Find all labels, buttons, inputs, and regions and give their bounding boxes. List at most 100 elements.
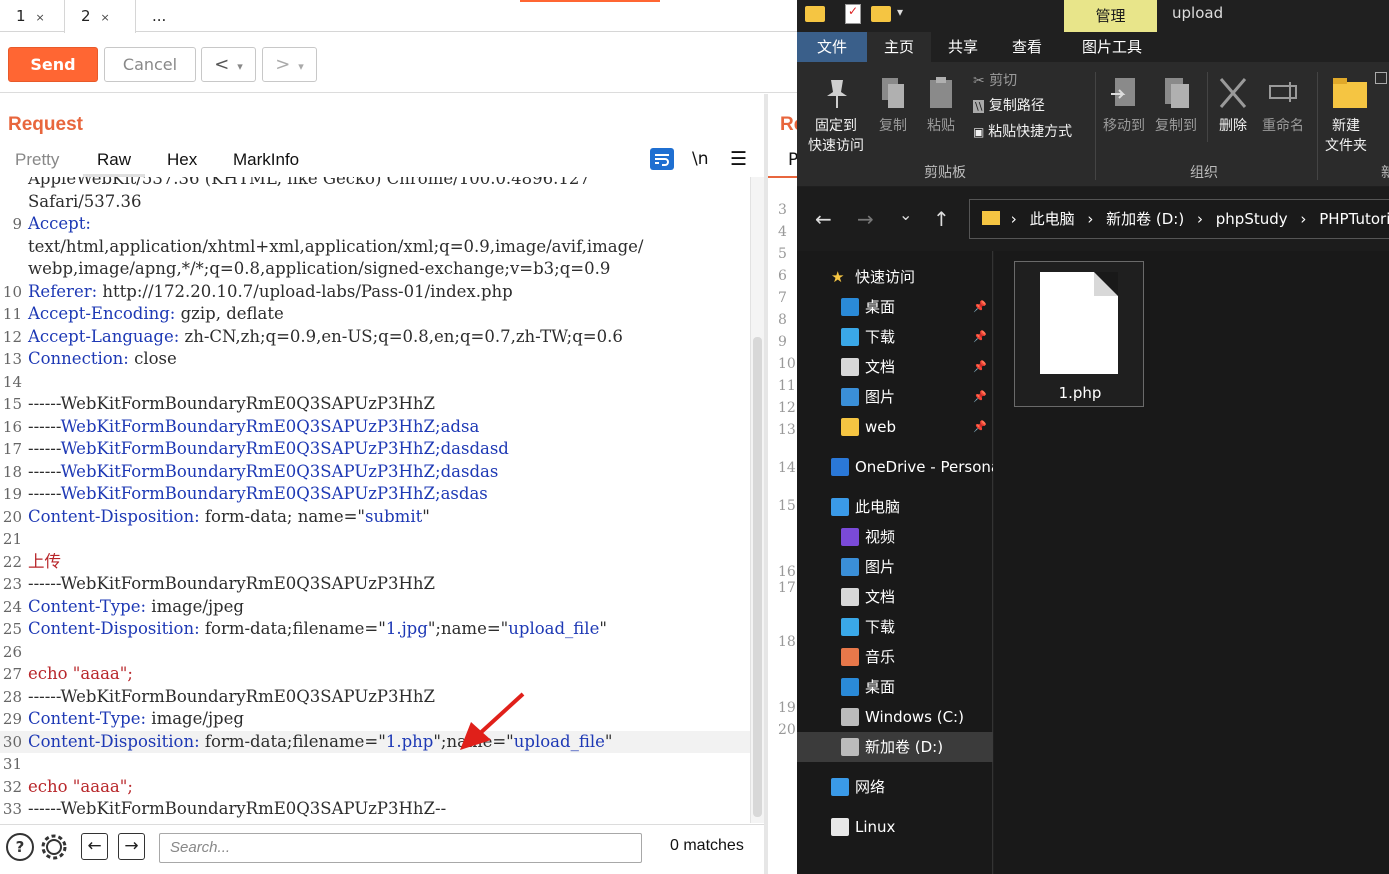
chevron-down-icon[interactable]: ▾ bbox=[298, 60, 304, 73]
up-icon[interactable]: ↑ bbox=[933, 207, 950, 231]
tab-1[interactable]: 1 × bbox=[0, 0, 64, 32]
delete-button[interactable]: 删除 bbox=[1211, 76, 1255, 136]
send-button[interactable]: Send bbox=[8, 47, 98, 82]
menu-icon[interactable]: ☰ bbox=[730, 148, 747, 170]
back-button[interactable]: < ▾ bbox=[201, 47, 256, 82]
editor-line[interactable]: 22 上传 bbox=[0, 551, 750, 574]
breadcrumb-item[interactable]: 此电脑 bbox=[1030, 210, 1075, 228]
properties-icon[interactable]: ✓ bbox=[845, 4, 861, 24]
editor-line[interactable]: 10 Referer: http://172.20.10.7/upload-lab… bbox=[0, 281, 750, 304]
recent-locations-icon[interactable]: ⌄ bbox=[899, 205, 912, 224]
close-icon[interactable]: × bbox=[101, 11, 110, 24]
pin-to-quick-access-button[interactable]: 固定到 快速访问 bbox=[801, 76, 871, 156]
nav-item[interactable]: 桌面 📌 bbox=[797, 292, 993, 322]
copy-to-button[interactable]: 复制到 bbox=[1151, 76, 1201, 136]
previous-match-button[interactable]: ← bbox=[81, 833, 108, 860]
editor-line[interactable]: 28 ------WebKitFormBoundaryRmE0Q3SAPUzP3H… bbox=[0, 686, 750, 709]
tab-pretty[interactable]: Pretty bbox=[15, 146, 59, 174]
editor-line[interactable]: 27 echo "aaaa"; bbox=[0, 663, 750, 686]
editor-line[interactable]: 19 ------WebKitFormBoundaryRmE0Q3SAPUzP3H… bbox=[0, 483, 750, 506]
nav-item[interactable]: 文档 bbox=[797, 582, 993, 612]
editor-line[interactable]: 23 ------WebKitFormBoundaryRmE0Q3SAPUzP3H… bbox=[0, 573, 750, 596]
editor-line[interactable]: 12 Accept-Language: zh-CN,zh;q=0.9,en-US;… bbox=[0, 326, 750, 349]
tab-markinfo[interactable]: MarkInfo bbox=[233, 146, 299, 174]
nav-item[interactable]: 下载 bbox=[797, 612, 993, 642]
paste-shortcut-button[interactable]: ▣ 粘贴快捷方式 bbox=[973, 122, 1072, 142]
nav-item[interactable]: 此电脑 bbox=[797, 492, 993, 522]
editor-line[interactable]: 18 ------WebKitFormBoundaryRmE0Q3SAPUzP3H… bbox=[0, 461, 750, 484]
breadcrumb[interactable]: › 此电脑 › 新加卷 (D:) › phpStudy › PHPTutoria… bbox=[969, 199, 1389, 239]
editor-line[interactable]: 14 bbox=[0, 371, 750, 394]
editor-line[interactable]: 17 ------WebKitFormBoundaryRmE0Q3SAPUzP3H… bbox=[0, 438, 750, 461]
editor-line[interactable]: 20 Content-Disposition: form-data; name="… bbox=[0, 506, 750, 529]
next-match-button[interactable]: → bbox=[118, 833, 145, 860]
new-item-icon[interactable] bbox=[1375, 72, 1387, 84]
breadcrumb-item[interactable]: 新加卷 (D:) bbox=[1106, 210, 1184, 228]
editor-line[interactable]: 30 Content-Disposition: form-data;filenam… bbox=[0, 730, 750, 753]
chevron-down-icon[interactable]: ▾ bbox=[237, 60, 243, 73]
copy-button[interactable]: 复制 bbox=[873, 76, 913, 136]
tab-pretty-response[interactable]: P bbox=[788, 150, 797, 170]
paste-button[interactable]: 粘贴 bbox=[921, 76, 961, 136]
nav-item[interactable]: Windows (C:) bbox=[797, 702, 993, 732]
nav-item[interactable]: 文档 📌 bbox=[797, 352, 993, 382]
breadcrumb-item[interactable]: phpStudy bbox=[1216, 210, 1288, 228]
editor-line[interactable]: 29 Content-Type: image/jpeg bbox=[0, 708, 750, 731]
nav-item[interactable]: 图片 📌 bbox=[797, 382, 993, 412]
search-input[interactable]: Search... bbox=[159, 833, 642, 863]
gear-icon[interactable] bbox=[39, 832, 69, 866]
editor-line[interactable]: 26 bbox=[0, 641, 750, 664]
tab-2[interactable]: 2 × bbox=[64, 0, 136, 33]
editor-line[interactable]: 15 ------WebKitFormBoundaryRmE0Q3SAPUzP3H… bbox=[0, 393, 750, 416]
editor-line[interactable]: 33 ------WebKitFormBoundaryRmE0Q3SAPUzP3H… bbox=[0, 798, 750, 821]
nav-item[interactable]: 网络 bbox=[797, 772, 993, 802]
editor-line[interactable]: webp,image/apng,*/*;q=0.8,application/si… bbox=[0, 258, 750, 281]
help-icon[interactable]: ? bbox=[6, 833, 34, 861]
editor-line[interactable]: 24 Content-Type: image/jpeg bbox=[0, 596, 750, 619]
nav-item[interactable]: 音乐 bbox=[797, 642, 993, 672]
forward-button[interactable]: > ▾ bbox=[262, 47, 317, 82]
tab-hex[interactable]: Hex bbox=[167, 146, 197, 174]
editor-line[interactable]: 11 Accept-Encoding: gzip, deflate bbox=[0, 303, 750, 326]
move-to-button[interactable]: 移动到 bbox=[1099, 76, 1149, 136]
new-folder-icon[interactable] bbox=[871, 6, 891, 22]
file-item[interactable]: 1.php bbox=[1014, 261, 1144, 407]
back-icon[interactable]: ← bbox=[815, 207, 832, 231]
nav-item[interactable]: Linux bbox=[797, 812, 993, 842]
nav-item[interactable]: 桌面 bbox=[797, 672, 993, 702]
breadcrumb-item[interactable]: PHPTutorial bbox=[1319, 210, 1389, 228]
tab-view[interactable]: 查看 bbox=[995, 32, 1059, 62]
editor-line[interactable]: 25 Content-Disposition: form-data;filenam… bbox=[0, 618, 750, 641]
rename-button[interactable]: 重命名 bbox=[1257, 76, 1309, 136]
editor-line[interactable]: 32 echo "aaaa"; bbox=[0, 776, 750, 799]
chevron-down-icon[interactable]: ▾ bbox=[897, 5, 903, 19]
scroll-thumb[interactable] bbox=[753, 337, 762, 817]
nav-item[interactable]: 下载 📌 bbox=[797, 322, 993, 352]
copy-path-button[interactable]: \\ 复制路径 bbox=[973, 96, 1045, 117]
wrap-lines-icon[interactable] bbox=[650, 148, 674, 170]
cancel-button[interactable]: Cancel bbox=[104, 47, 196, 82]
tab-share[interactable]: 共享 bbox=[931, 32, 995, 62]
editor-line[interactable]: 31 bbox=[0, 753, 750, 776]
tab-more[interactable]: ... bbox=[136, 0, 186, 32]
nav-item[interactable]: 图片 bbox=[797, 552, 993, 582]
tab-picture-tools[interactable]: 图片工具 bbox=[1067, 32, 1157, 62]
nav-item[interactable]: ★ 快速访问 bbox=[797, 262, 993, 292]
new-folder-button[interactable]: 新建 文件夹 bbox=[1321, 76, 1371, 156]
folder-icon[interactable] bbox=[805, 6, 825, 22]
nav-item[interactable]: web 📌 bbox=[797, 412, 993, 442]
tab-file[interactable]: 文件 bbox=[797, 32, 867, 62]
newline-toggle[interactable]: \n bbox=[692, 149, 709, 169]
tab-raw[interactable]: Raw bbox=[83, 146, 146, 177]
nav-item[interactable]: 视频 bbox=[797, 522, 993, 552]
tab-home[interactable]: 主页 bbox=[867, 32, 931, 62]
editor-line[interactable]: 21 bbox=[0, 528, 750, 551]
editor-line[interactable]: AppleWebKit/537.36 (KHTML, like Gecko) C… bbox=[0, 177, 750, 191]
editor-line[interactable]: 16 ------WebKitFormBoundaryRmE0Q3SAPUzP3H… bbox=[0, 416, 750, 439]
nav-item[interactable]: OneDrive - Persona bbox=[797, 452, 993, 482]
close-icon[interactable]: × bbox=[36, 11, 45, 24]
forward-icon[interactable]: → bbox=[857, 207, 874, 231]
vertical-scrollbar[interactable] bbox=[750, 177, 764, 823]
cut-button[interactable]: ✂ 剪切 bbox=[973, 71, 1017, 91]
editor-line[interactable]: Safari/537.36 bbox=[0, 191, 750, 214]
